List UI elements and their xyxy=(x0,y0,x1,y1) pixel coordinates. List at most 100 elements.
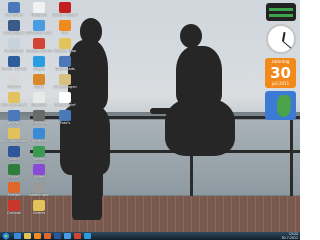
start-button[interactable] xyxy=(2,232,10,240)
desktop-icon[interactable]: Nieuwe map xyxy=(52,38,78,53)
meter-bar xyxy=(269,14,293,17)
firefox-icon[interactable] xyxy=(44,233,51,239)
desktop-icon-label: Kladblok xyxy=(31,103,47,107)
desktop-icon-label: Studio 100 Radio xyxy=(1,67,27,71)
desktop-icon[interactable]: Adobe Reader xyxy=(52,2,78,17)
desktop-icon-label: Excel xyxy=(9,175,19,179)
desktop-icon-label: Adobe Reader xyxy=(52,13,78,17)
clock-minute-hand xyxy=(282,40,292,49)
wallpaper-statue-right-skirt xyxy=(165,98,235,156)
desktop-icon-label: Internet xyxy=(31,139,47,143)
taskbar: 13:22 30-7-2011 xyxy=(0,232,300,240)
excel-icon xyxy=(8,164,20,175)
word-icon xyxy=(8,146,20,157)
app-icon xyxy=(8,74,20,85)
paint-icon xyxy=(33,74,45,85)
word-icon[interactable] xyxy=(54,233,61,239)
desktop-icon[interactable]: Muziek xyxy=(26,146,52,161)
desktop-icon[interactable]: Computer xyxy=(1,2,27,17)
desktop-icon-label: Afbeeldingen xyxy=(53,85,77,89)
calendar-month: juli 2011 xyxy=(271,81,290,86)
skype-icon[interactable] xyxy=(84,233,91,239)
desktop-icon[interactable]: Internet xyxy=(26,128,52,143)
desktop-icon-label: Downloads xyxy=(55,67,75,71)
desktop-icon[interactable]: AWLOG xyxy=(1,74,27,89)
wallpaper-statue-left-legs xyxy=(72,170,102,220)
desktop-icon[interactable]: Skype xyxy=(26,56,52,71)
desktop-icon-label: Outlook xyxy=(7,211,21,215)
skype-icon xyxy=(33,56,45,67)
desktop-icon-label: Windows Live Mail xyxy=(26,31,52,35)
desktop-icon-label: Instellingen xyxy=(28,193,50,197)
wallpaper-statue-right-body xyxy=(176,46,222,106)
desktop-icon[interactable]: Paint xyxy=(26,74,52,89)
meter-bar xyxy=(269,8,293,11)
desktop-icon-label: Computer xyxy=(5,13,23,17)
clock-gadget[interactable] xyxy=(266,24,296,54)
music-icon xyxy=(33,146,45,157)
desktop-icon[interactable]: Instellingen xyxy=(26,182,52,197)
desktop-icon[interactable]: Foto's xyxy=(52,110,78,125)
desktop-icon-label: Mijn afbeeldingen xyxy=(1,139,27,143)
notepad-icon xyxy=(33,2,45,13)
pdf-icon xyxy=(59,2,71,13)
desktop-icon[interactable]: Kladblok xyxy=(26,92,52,107)
desktop-icon[interactable]: Video xyxy=(26,164,52,179)
desktop-icon-label: Muziek xyxy=(32,157,46,161)
desktop: Computer Bureaublad Prullenbak Studio 100 R… xyxy=(0,0,300,240)
desktop-icon-label: Skype xyxy=(33,67,45,71)
mail-icon xyxy=(33,20,45,31)
desktop-icon[interactable]: Excel xyxy=(1,164,27,179)
globe-icon xyxy=(33,128,45,139)
chrome-icon xyxy=(33,38,45,49)
desktop-icon[interactable]: Studio 100 Radio xyxy=(1,56,27,71)
folder-icon xyxy=(59,38,71,49)
desktop-icon[interactable]: VLC xyxy=(52,20,78,35)
desktop-icon[interactable]: Afdrukken xyxy=(26,110,52,125)
desktop-icon[interactable]: Firefox xyxy=(1,182,27,197)
desktop-icon[interactable]: Nieuwsbrief xyxy=(52,92,78,107)
desktop-icon-label: Bureaublad xyxy=(3,31,25,35)
notepad-icon xyxy=(33,92,45,103)
desktop-icon[interactable]: Mijn documenten xyxy=(1,92,27,107)
weather-map-gadget[interactable] xyxy=(265,91,296,120)
folder-icon xyxy=(8,92,20,103)
downloads-icon xyxy=(59,56,71,67)
printer-icon xyxy=(33,110,45,121)
desktop-icon[interactable]: Prullenbak xyxy=(1,38,27,53)
mail-icon[interactable] xyxy=(64,233,71,239)
radio-icon xyxy=(8,56,20,67)
outlook-icon xyxy=(8,200,20,211)
desktop-icon xyxy=(8,20,20,31)
desktop-icon[interactable]: Netwerk xyxy=(1,110,27,125)
desktop-icon-label: Mijn documenten xyxy=(1,103,27,107)
wallpaper-statue-right-head xyxy=(180,24,202,48)
desktop-icon-label: AWLOG xyxy=(7,85,21,89)
document-icon xyxy=(59,92,71,103)
cpu-meter-gadget[interactable] xyxy=(266,3,296,21)
media-player-icon[interactable] xyxy=(34,233,41,239)
calendar-gadget[interactable]: zaterdag 30 juli 2011 xyxy=(265,58,296,88)
desktop-icon[interactable]: Outlook xyxy=(1,200,27,215)
desktop-icon-label: Games xyxy=(32,211,46,215)
tray-clock[interactable]: 13:22 30-7-2011 xyxy=(282,232,299,240)
desktop-icon[interactable]: Games xyxy=(26,200,52,215)
tray-date: 30-7-2011 xyxy=(281,236,299,240)
desktop-icon[interactable]: Google Chrome xyxy=(26,38,52,53)
network-icon xyxy=(8,110,20,121)
desktop-icon[interactable]: Notepad xyxy=(26,2,52,17)
desktop-icon[interactable]: Downloads xyxy=(52,56,78,71)
explorer-icon[interactable] xyxy=(24,233,31,239)
map-land xyxy=(277,95,291,117)
desktop-icon[interactable]: Word xyxy=(1,146,27,161)
games-icon xyxy=(33,200,45,211)
ie-icon[interactable] xyxy=(14,233,21,239)
desktop-icon-label: Nieuwsbrief xyxy=(54,103,76,107)
desktop-icon[interactable]: Afbeeldingen xyxy=(52,74,78,89)
wallpaper-post xyxy=(290,116,293,196)
chrome-icon[interactable] xyxy=(74,233,81,239)
desktop-icon[interactable]: Mijn afbeeldingen xyxy=(1,128,27,143)
desktop-icon-label: Foto's xyxy=(59,121,71,125)
desktop-icon[interactable]: Bureaublad xyxy=(1,20,27,35)
desktop-icon[interactable]: Windows Live Mail xyxy=(26,20,52,35)
